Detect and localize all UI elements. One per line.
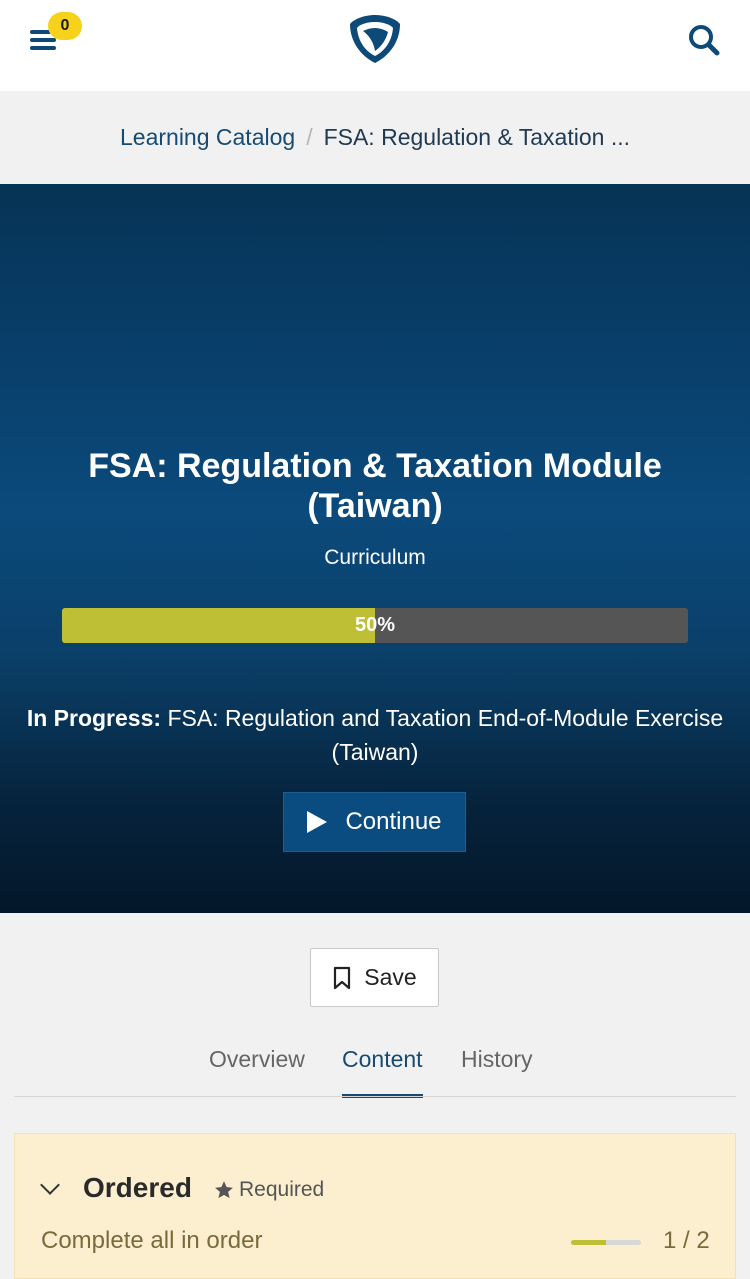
hero-banner: FSA: Regulation & Taxation Module (Taiwa…	[0, 184, 750, 913]
tab-content[interactable]: Content	[342, 1040, 423, 1098]
breadcrumb-separator: /	[306, 124, 313, 150]
continue-label: Continue	[345, 808, 442, 835]
in-progress-label: In Progress:	[26, 705, 162, 731]
save-button[interactable]: Save	[310, 948, 439, 1007]
bookmark-icon	[334, 966, 351, 989]
required-indicator: Required	[213, 1178, 324, 1202]
section-completion-count: 1 / 2	[663, 1227, 710, 1254]
top-bar: 0	[0, 0, 750, 91]
tab-divider	[14, 1096, 736, 1097]
progress-bar: 50%	[62, 608, 688, 643]
tab-overview[interactable]: Overview	[209, 1040, 305, 1098]
item-type-label: Curriculum	[324, 546, 426, 569]
search-icon	[689, 25, 720, 56]
breadcrumb-current: FSA: Regulation & Taxation ...	[323, 124, 630, 150]
hamburger-menu-icon-line	[30, 38, 56, 42]
breadcrumb-learning-catalog[interactable]: Learning Catalog	[120, 124, 295, 151]
section-title: Ordered	[83, 1172, 192, 1203]
section-progress-fill	[571, 1240, 606, 1245]
save-label: Save	[364, 964, 417, 990]
notification-badge[interactable]: 0	[48, 12, 82, 40]
continue-button[interactable]: Continue	[283, 792, 466, 852]
shield-logo-icon[interactable]	[347, 12, 403, 66]
search-button[interactable]	[686, 22, 722, 58]
hamburger-menu-icon-line	[30, 46, 56, 50]
star-icon	[215, 1181, 233, 1199]
play-icon	[307, 811, 328, 833]
required-label: Required	[239, 1178, 325, 1201]
tab-bar: Overview Content History	[0, 1040, 750, 1098]
breadcrumb: Learning Catalog / FSA: Regulation & Tax…	[0, 91, 750, 184]
in-progress-text: In Progress: FSA: Regulation and Taxatio…	[10, 701, 740, 769]
section-subtitle: Complete all in order	[41, 1227, 263, 1254]
ordered-section: Ordered Required Complete all in order 1…	[14, 1133, 736, 1279]
chevron-down-icon[interactable]	[40, 1175, 60, 1195]
in-progress-item: FSA: Regulation and Taxation End-of-Modu…	[167, 705, 724, 765]
page-title: FSA: Regulation & Taxation Module (Taiwa…	[88, 447, 662, 525]
progress-percent: 50%	[354, 614, 396, 636]
section-progress-bar	[571, 1240, 641, 1245]
tab-history[interactable]: History	[461, 1040, 533, 1098]
